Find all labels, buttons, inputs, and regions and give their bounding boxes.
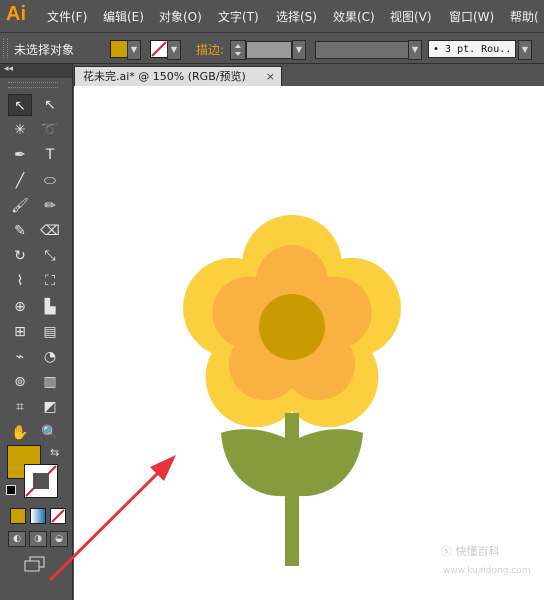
left-leaf[interactable] xyxy=(221,429,285,497)
flower-stem[interactable] xyxy=(285,413,299,566)
control-bar: 未选择对象 ▼ ▼ 描边: ▼ ▼ • 3 pt. Rou.. ▼ xyxy=(0,33,544,64)
rotate-tool-icon[interactable]: ↻ xyxy=(8,245,32,267)
blend-tool-icon[interactable]: ◔ xyxy=(38,346,62,368)
brush-definition-field[interactable]: • 3 pt. Rou.. xyxy=(428,40,516,58)
type-tool-icon[interactable]: T xyxy=(38,144,62,166)
spinner-arrows-icon xyxy=(235,44,241,56)
flower-center[interactable] xyxy=(259,294,325,360)
stroke-dropdown-icon[interactable]: ▼ xyxy=(167,40,181,60)
tools-panel-grip[interactable] xyxy=(8,82,58,88)
menu-window[interactable]: 窗口(W) xyxy=(449,8,494,25)
control-bar-grip[interactable] xyxy=(3,38,8,58)
right-leaf[interactable] xyxy=(299,429,363,497)
magic-wand-tool-icon[interactable]: ✳ xyxy=(8,119,32,141)
stroke-weight-dropdown-icon[interactable]: ▼ xyxy=(292,40,306,60)
menu-object[interactable]: 对象(O) xyxy=(159,8,202,25)
watermark-logo: ⓢ 快懂百科 xyxy=(441,545,500,558)
document-tab-title: 花未完.ai* @ 150% (RGB/预览) xyxy=(83,70,246,83)
pencil-tool-icon[interactable]: ✏ xyxy=(38,195,62,217)
menu-select[interactable]: 选择(S) xyxy=(276,8,317,25)
menu-bar: Ai 文件(F) 编辑(E) 对象(O) 文字(T) 选择(S) 效果(C) 视… xyxy=(0,0,544,33)
selection-status-label: 未选择对象 xyxy=(14,43,75,57)
shape-builder-tool-icon[interactable]: ⊕ xyxy=(8,296,32,318)
none-slash-icon xyxy=(151,41,167,57)
lasso-tool-icon[interactable]: ➰ xyxy=(38,119,62,141)
fill-dropdown-icon[interactable]: ▼ xyxy=(127,40,141,60)
stroke-label[interactable]: 描边: xyxy=(196,41,224,58)
fill-swatch[interactable] xyxy=(110,40,128,58)
eyedropper-tool-icon[interactable]: ⌁ xyxy=(8,346,32,368)
paintbrush-tool-icon[interactable]: 🖌 xyxy=(8,195,32,217)
menu-file[interactable]: 文件(F) xyxy=(47,8,87,25)
tools-panel-header[interactable]: ◂◂ xyxy=(0,64,72,78)
zoom-tool-icon[interactable]: 🔍 xyxy=(38,422,62,444)
draw-normal-icon[interactable]: ◐ xyxy=(8,531,26,547)
app-logo: Ai xyxy=(6,3,26,25)
menu-help[interactable]: 帮助( xyxy=(510,8,539,25)
stroke-weight-field[interactable] xyxy=(246,41,292,59)
free-transform-tool-icon[interactable]: ⛶ xyxy=(38,270,62,292)
menu-effect[interactable]: 效果(C) xyxy=(333,8,375,25)
column-graph-tool-icon[interactable]: ▥ xyxy=(38,371,62,393)
annotation-arrow-shaft xyxy=(48,467,164,582)
warp-tool-icon[interactable]: ⌇ xyxy=(8,270,32,292)
color-mode-button[interactable] xyxy=(10,508,26,524)
hand-tool-icon[interactable]: ✋ xyxy=(8,422,32,444)
watermark-url: www.kuaidong.com xyxy=(443,566,531,576)
annotation-arrow xyxy=(48,455,176,582)
profile-dropdown-icon[interactable]: ▼ xyxy=(408,40,422,60)
eraser-tool-icon[interactable]: ⌫ xyxy=(38,220,62,242)
pen-tool-icon[interactable]: ✒ xyxy=(8,144,32,166)
slice-tool-icon[interactable]: ◩ xyxy=(38,396,62,418)
menu-type[interactable]: 文字(T) xyxy=(218,8,259,25)
mesh-tool-icon[interactable]: ⊞ xyxy=(8,321,32,343)
close-tab-icon[interactable]: × xyxy=(266,67,275,87)
selection-tool-icon[interactable]: ↖ xyxy=(8,94,32,116)
default-colors-icon[interactable] xyxy=(6,485,16,495)
scale-tool-icon[interactable]: ⤡ xyxy=(38,245,62,267)
perspective-grid-tool-icon[interactable]: ▙ xyxy=(38,296,62,318)
gradient-tool-icon[interactable]: ▤ xyxy=(38,321,62,343)
blob-brush-tool-icon[interactable]: ✎ xyxy=(8,220,32,242)
stroke-weight-spinner[interactable] xyxy=(230,40,246,60)
collapse-panel-icon[interactable]: ◂◂ xyxy=(4,64,13,74)
ellipse-tool-icon[interactable]: ⬭ xyxy=(38,170,62,192)
line-tool-icon[interactable]: ╱ xyxy=(8,170,32,192)
stroke-none-swatch[interactable] xyxy=(150,40,168,58)
brush-dropdown-icon[interactable]: ▼ xyxy=(518,40,532,60)
document-tab[interactable]: 花未完.ai* @ 150% (RGB/预览) × xyxy=(74,66,282,86)
artboard-tool-icon[interactable]: ⌗ xyxy=(8,396,32,418)
direct-selection-tool-icon[interactable]: ↖ xyxy=(38,94,62,116)
menu-view[interactable]: 视图(V) xyxy=(390,8,432,25)
menu-edit[interactable]: 编辑(E) xyxy=(103,8,144,25)
symbol-sprayer-tool-icon[interactable]: ⊚ xyxy=(8,371,32,393)
variable-width-profile-field[interactable] xyxy=(315,41,409,59)
